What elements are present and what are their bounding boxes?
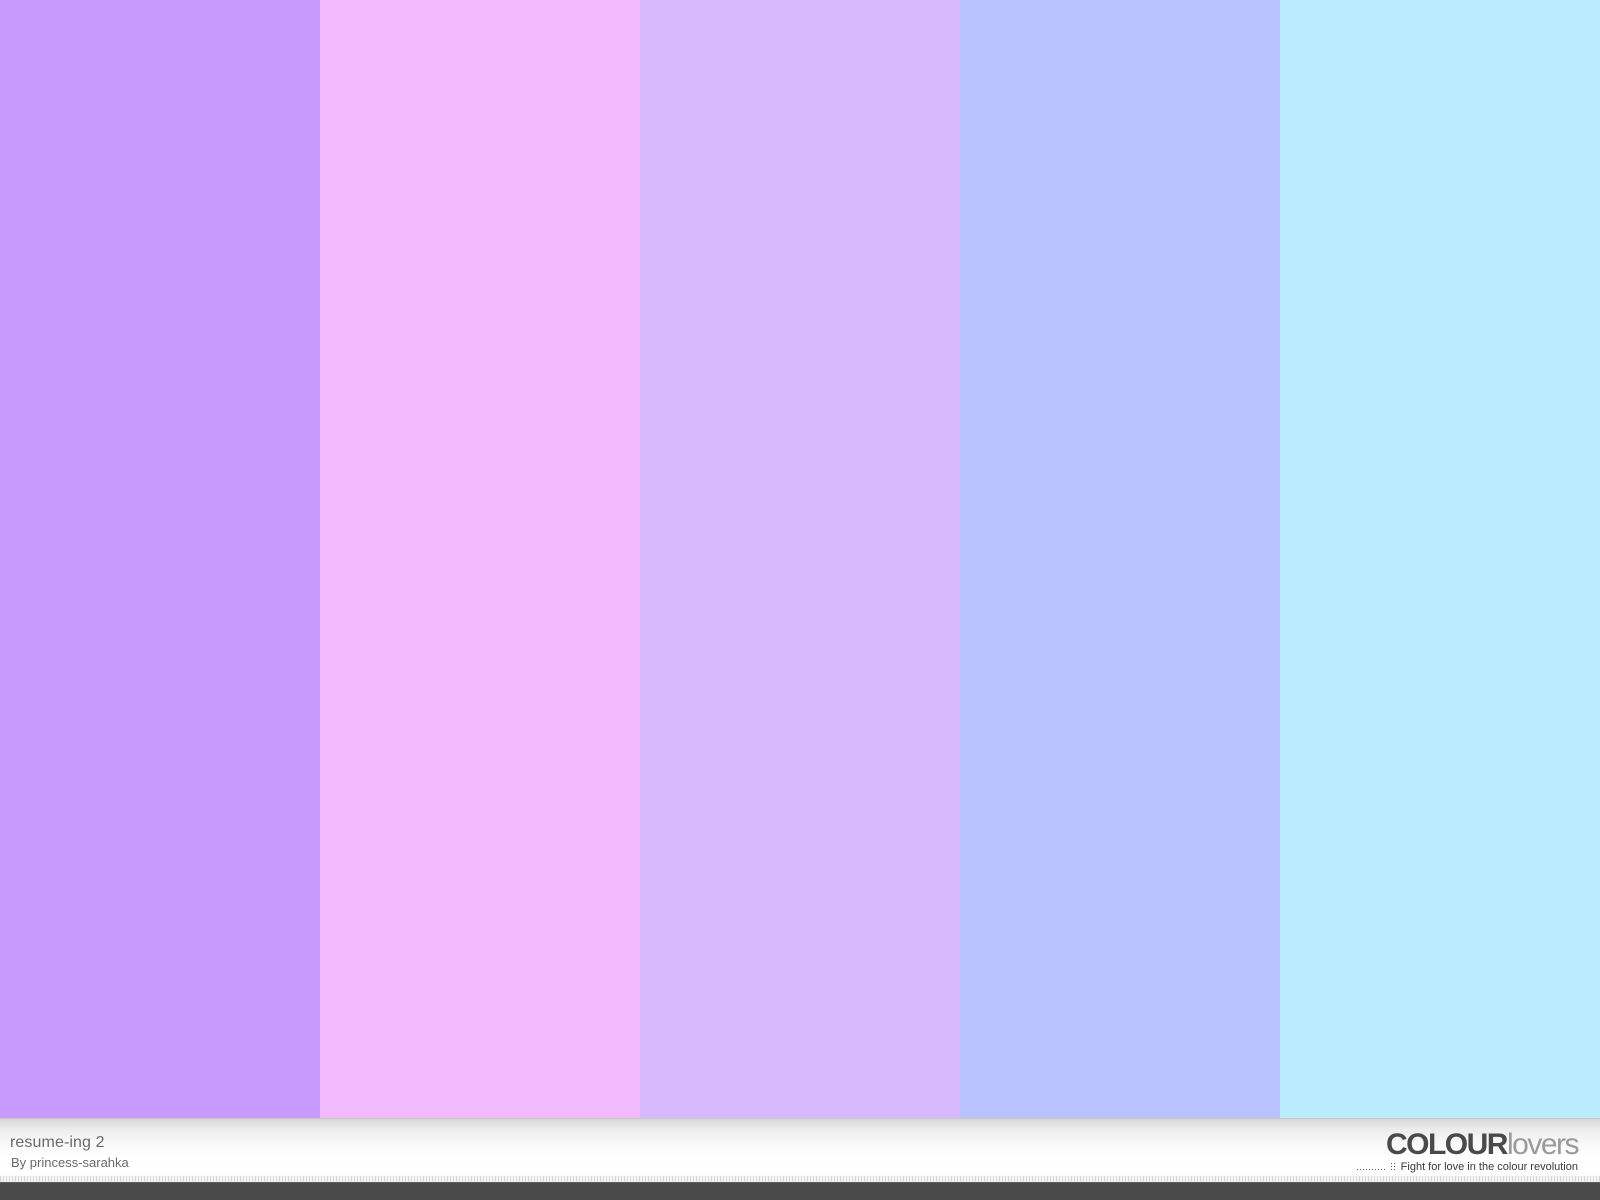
color-swatch-3 [640, 0, 960, 1118]
bottom-bar [0, 1182, 1600, 1200]
logo-word-light: lovers [1506, 1128, 1580, 1161]
colourlovers-logo[interactable]: COLOURlovers Fight for love in the colou… [1356, 1128, 1580, 1173]
color-swatch-4 [960, 0, 1280, 1118]
color-swatch-1 [0, 0, 320, 1118]
palette-footer: resume-ing 2 By princess-sarahka COLOURl… [0, 1118, 1600, 1182]
color-swatch-5 [1280, 0, 1600, 1118]
grid-icon [1390, 1163, 1397, 1171]
logo-tagline: Fight for love in the colour revolution [1400, 1161, 1578, 1173]
dotted-line-icon [1356, 1163, 1387, 1171]
palette-title[interactable]: resume-ing 2 [10, 1134, 105, 1152]
logo-tagline-row: Fight for love in the colour revolution [1356, 1161, 1578, 1173]
palette-author[interactable]: By princess-sarahka [11, 1155, 129, 1170]
logo-word-strong: COLOUR [1385, 1128, 1509, 1161]
logo-wordmark: COLOURlovers [1357, 1128, 1580, 1161]
color-palette [0, 0, 1600, 1118]
color-swatch-2 [320, 0, 640, 1118]
